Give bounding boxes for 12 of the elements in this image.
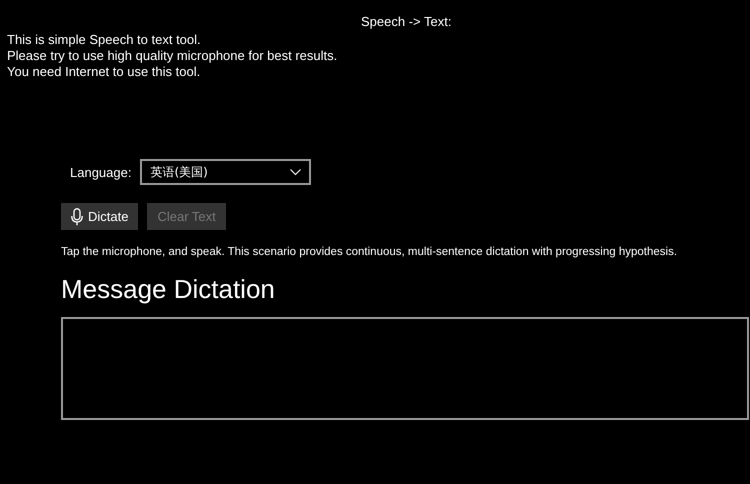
- language-label: Language:: [70, 164, 132, 180]
- chevron-down-icon: [290, 168, 302, 176]
- page-title: Speech -> Text:: [361, 14, 452, 29]
- dictate-button[interactable]: Dictate: [61, 203, 138, 230]
- dictation-field[interactable]: [61, 317, 749, 420]
- instruction-text: Tap the microphone, and speak. This scenario provides continuous, multi-sentence dictation with progressing hypothesis.: [61, 246, 678, 258]
- intro-text: Please try to use high quality microphone for best results.: [7, 48, 338, 64]
- language-dropdown[interactable]: 英语(美国): [140, 159, 312, 185]
- section-heading: Message Dictation: [61, 274, 276, 305]
- microphone-icon: [71, 208, 83, 226]
- intro-text: You need Internet to use this tool.: [7, 64, 202, 80]
- intro-text: This is simple Speech to text tool.: [7, 32, 202, 48]
